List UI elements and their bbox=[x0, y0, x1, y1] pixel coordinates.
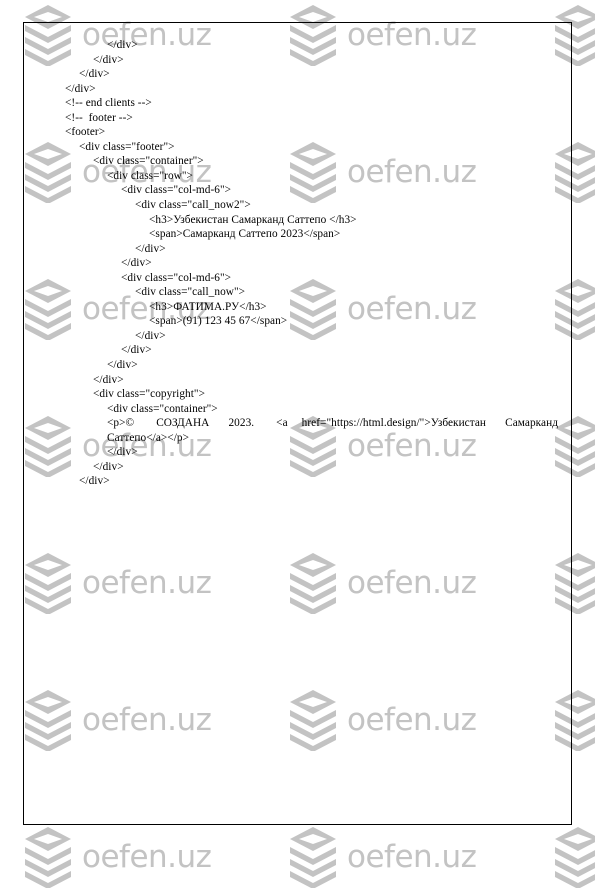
code-line: </div> bbox=[135, 329, 166, 342]
code-line: <div class="col-md-6"> bbox=[121, 271, 232, 284]
anchor-open-tag: <a bbox=[276, 417, 288, 430]
watermark-text: oefen.uz bbox=[347, 838, 477, 875]
code-line: <span>(91) 123 45 67</span> bbox=[149, 315, 288, 328]
code-line: <span>Самарканд Саттепо 2023</span> bbox=[149, 228, 341, 241]
code-line: </div> bbox=[65, 82, 96, 95]
watermark-text: oefen.uz bbox=[82, 701, 212, 738]
code-line: <h3>Узбекистан Самарканд Саттепо </h3> bbox=[149, 213, 357, 226]
code-lines-top: </div> </div> </div> </div> <!-- end clients… bbox=[37, 38, 558, 416]
watermark-tile: oefen.uz bbox=[24, 826, 212, 889]
watermark-tile: oefen.uz bbox=[289, 552, 477, 615]
code-line: </div> bbox=[135, 242, 166, 255]
code-line: <div class="call_now2"> bbox=[135, 199, 251, 212]
copyright-paragraph-line: <p>© СОЗДАНА 2023. <a href="https://html.de… bbox=[37, 416, 558, 445]
code-lines-closing: </div> </div> </div> bbox=[37, 445, 558, 489]
code-line: </div> bbox=[93, 373, 124, 386]
code-line: <div class="row"> bbox=[107, 169, 193, 182]
layered-stack-icon bbox=[289, 826, 337, 889]
watermark-text: oefen.uz bbox=[82, 838, 212, 875]
code-line: </div> bbox=[107, 446, 138, 459]
layered-stack-icon bbox=[554, 552, 595, 615]
code-line: <footer> bbox=[65, 126, 106, 139]
watermark-tile: oefen.uz bbox=[554, 552, 595, 615]
code-line: </div> bbox=[79, 475, 110, 488]
code-line: <div class="container"> bbox=[107, 402, 218, 415]
code-line: </div> bbox=[107, 359, 138, 372]
code-listing: </div> </div> </div> </div> <!-- end clients… bbox=[23, 22, 572, 489]
layered-stack-icon bbox=[24, 826, 72, 889]
code-line: </div> bbox=[93, 53, 124, 66]
code-line: <!-- footer --> bbox=[65, 111, 133, 124]
watermark-text: oefen.uz bbox=[82, 564, 212, 601]
watermark-tile: oefen.uz bbox=[289, 689, 477, 752]
layered-stack-icon bbox=[289, 552, 337, 615]
watermark-tile: oefen.uz bbox=[24, 552, 212, 615]
watermark-text: oefen.uz bbox=[347, 564, 477, 601]
watermark-tile: oefen.uz bbox=[289, 826, 477, 889]
code-line: </div> bbox=[121, 344, 152, 357]
anchor-href-attr: href="https://html.design/"> bbox=[301, 417, 431, 430]
layered-stack-icon bbox=[289, 689, 337, 752]
layered-stack-icon bbox=[554, 689, 595, 752]
code-line: <div class="col-md-6"> bbox=[121, 184, 232, 197]
watermark-tile: oefen.uz bbox=[554, 689, 595, 752]
watermark-tile: oefen.uz bbox=[554, 826, 595, 889]
code-line: <h3>ФАТИМА.РУ</h3> bbox=[149, 300, 267, 313]
layered-stack-icon bbox=[554, 826, 595, 889]
code-line: <div class="call_now"> bbox=[135, 286, 246, 299]
code-line: <div class="container"> bbox=[93, 155, 204, 168]
code-line: <div class="copyright"> bbox=[93, 388, 206, 401]
anchor-close-tags: </a></p> bbox=[146, 431, 190, 444]
created-text: СОЗДАНА 2023. bbox=[156, 417, 255, 430]
code-line: <!-- end clients --> bbox=[65, 97, 152, 110]
code-line: </div> bbox=[121, 257, 152, 270]
watermark-tile: oefen.uz bbox=[24, 689, 212, 752]
layered-stack-icon bbox=[24, 552, 72, 615]
p-open-tag: <p>© bbox=[107, 417, 135, 430]
layered-stack-icon bbox=[24, 689, 72, 752]
watermark-text: oefen.uz bbox=[347, 701, 477, 738]
code-line: </div> bbox=[93, 460, 124, 473]
code-line: </div> bbox=[79, 68, 110, 81]
code-line: </div> bbox=[107, 39, 138, 51]
code-line: <div class="footer"> bbox=[79, 140, 175, 153]
